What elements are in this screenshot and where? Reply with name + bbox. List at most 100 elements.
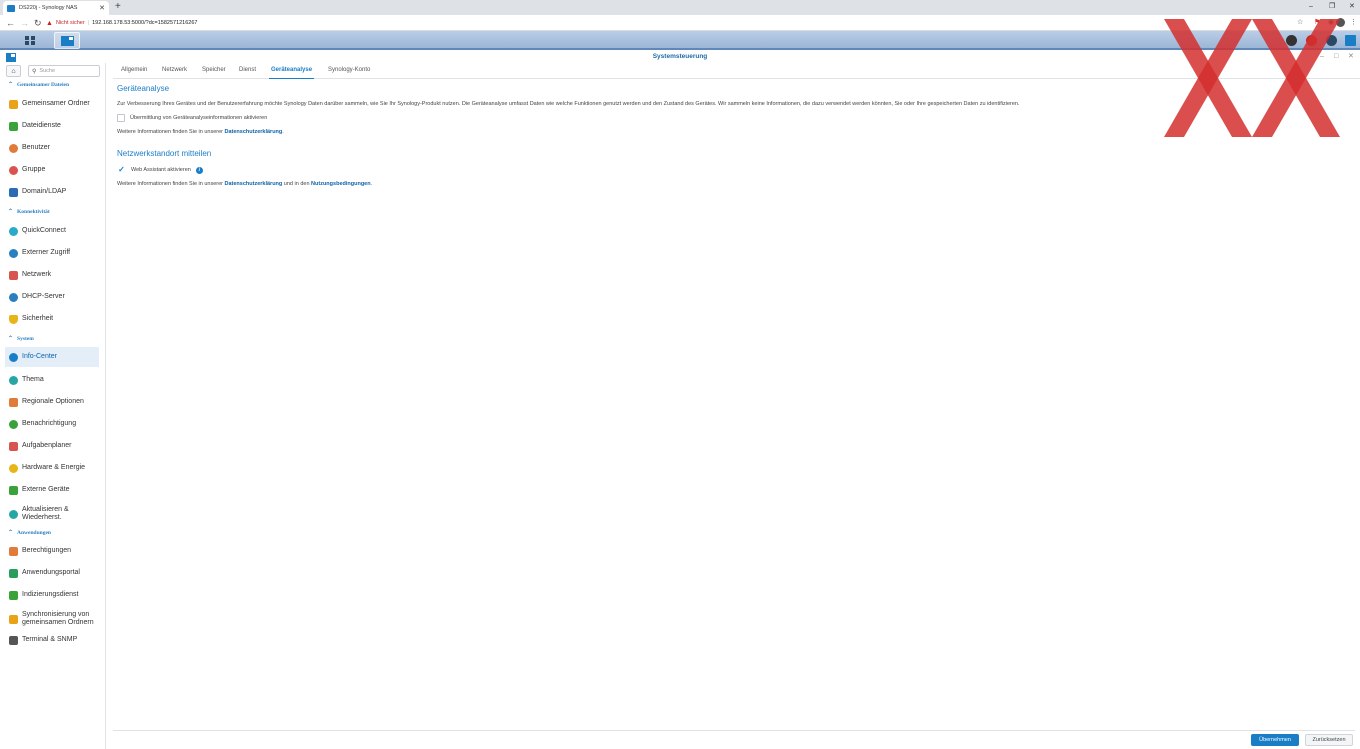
- browser-tab[interactable]: DS220j - Synology NAS ✕: [3, 1, 109, 15]
- regional-icon: [9, 397, 18, 407]
- control-panel-taskbar-button[interactable]: [54, 32, 80, 49]
- tab-synology-account[interactable]: Synology-Konto: [328, 67, 370, 73]
- sidebar-item-network[interactable]: Netzwerk: [5, 265, 99, 285]
- quickconnect-icon: [9, 226, 18, 236]
- home-icon: ⌂: [11, 67, 16, 75]
- sidebar-item-domain-ldap[interactable]: Domain/LDAP: [5, 182, 99, 202]
- close-tab-icon[interactable]: ✕: [99, 5, 105, 12]
- browser-tab-title: DS220j - Synology NAS: [19, 5, 78, 11]
- sidebar-item-privileges[interactable]: Berechtigungen: [5, 541, 99, 561]
- close-window-icon[interactable]: ✕: [1349, 2, 1355, 12]
- globe-icon: [9, 248, 18, 258]
- sidebar-item-hardware-power[interactable]: Hardware & Energie: [5, 458, 99, 478]
- tab-device-analytics[interactable]: Geräteanalyse: [268, 67, 315, 79]
- reset-button[interactable]: Zurücksetzen: [1305, 734, 1353, 746]
- main-menu-grid-icon: [25, 35, 35, 46]
- widgets-icon[interactable]: [1345, 35, 1356, 46]
- search-taskbar-icon[interactable]: [1326, 35, 1337, 46]
- sidebar-item-terminal-snmp[interactable]: Terminal & SNMP: [5, 630, 99, 650]
- forward-arrow-icon[interactable]: →: [20, 17, 29, 29]
- lightbulb-icon: [9, 463, 18, 473]
- back-arrow-icon[interactable]: ←: [6, 17, 15, 29]
- sidebar-item-file-services[interactable]: Dateidienste: [5, 116, 99, 136]
- device-analytics-checkbox-row[interactable]: Übermittlung von Geräteanalyseinformatio…: [117, 114, 267, 122]
- group-icon: [9, 165, 18, 175]
- web-assistant-checkbox-row[interactable]: ✓ Web Assistant aktivieren i: [117, 166, 203, 174]
- synology-favicon-icon: [7, 4, 15, 12]
- shield-extension-icon[interactable]: ◉: [1328, 18, 1334, 28]
- sidebar-item-group[interactable]: Gruppe: [5, 160, 99, 180]
- warning-triangle-icon: ▲: [46, 19, 53, 27]
- sidebar-item-external-devices[interactable]: Externe Geräte: [5, 480, 99, 500]
- sidebar-item-task-scheduler[interactable]: Aufgabenplaner: [5, 436, 99, 456]
- sidebar-item-info-center[interactable]: Info-Center: [5, 347, 99, 367]
- privacy-policy-link-2[interactable]: Datenschutzerklärung: [225, 181, 283, 187]
- home-button[interactable]: ⌂: [6, 65, 21, 77]
- sidebar-search[interactable]: ⚲: [28, 65, 100, 77]
- sidebar: ⌂ ⚲ ⌃Gemeinsamer Dateien Gemeinsamer Ord…: [0, 63, 106, 749]
- network-icon: [9, 270, 18, 280]
- profile-avatar[interactable]: [1336, 18, 1345, 27]
- browser-toolbar: ← → ↻ ▲ Nicht sicher | 192.168.178.53:50…: [0, 15, 1360, 31]
- minimize-window-icon[interactable]: –: [1309, 2, 1313, 12]
- sidebar-item-application-portal[interactable]: Anwendungsportal: [5, 563, 99, 583]
- address-bar[interactable]: ▲ Nicht sicher | 192.168.178.53:5000/?dc…: [46, 17, 1290, 29]
- terms-of-use-link[interactable]: Nutzungsbedingungen: [311, 181, 371, 187]
- chat-bubble-icon: [9, 419, 18, 429]
- web-assistant-checkbox-checked-icon[interactable]: ✓: [117, 166, 126, 174]
- sidebar-item-update-restore[interactable]: Aktualisieren & Wiederherst.: [5, 502, 99, 526]
- address-separator: |: [87, 20, 90, 26]
- footer-bar: Übernehmen Zurücksetzen: [113, 730, 1355, 749]
- tab-network[interactable]: Netzwerk: [162, 67, 187, 73]
- sidebar-item-dhcp-server[interactable]: DHCP-Server: [5, 287, 99, 307]
- main-menu-button[interactable]: [8, 32, 52, 49]
- apply-button[interactable]: Übernehmen: [1251, 734, 1299, 746]
- info-icon: [9, 352, 18, 362]
- palette-icon: [9, 375, 18, 385]
- window-minimize-icon[interactable]: –: [1320, 52, 1324, 62]
- not-secure-label[interactable]: Nicht sicher: [56, 20, 85, 26]
- sidebar-item-indexing-service[interactable]: Indizierungsdienst: [5, 585, 99, 605]
- window-close-icon[interactable]: ✕: [1348, 52, 1354, 62]
- window-title: Systemsteuerung: [652, 53, 708, 60]
- sidebar-item-notification[interactable]: Benachrichtigung: [5, 414, 99, 434]
- section-title-device-analytics: Geräteanalyse: [117, 84, 170, 93]
- reload-icon[interactable]: ↻: [34, 17, 42, 29]
- dhcp-icon: [9, 292, 18, 302]
- maximize-window-icon[interactable]: ❐: [1329, 2, 1335, 12]
- info-tooltip-icon[interactable]: i: [195, 166, 203, 174]
- device-analytics-checkbox[interactable]: [117, 114, 125, 122]
- url-text[interactable]: 192.168.178.53:5000/?dc=1582571216267: [92, 20, 197, 26]
- bookmark-star-icon[interactable]: ☆: [1297, 18, 1303, 28]
- tab-bar: Allgemein Netzwerk Speicher Dienst Gerät…: [113, 63, 1360, 79]
- tab-service[interactable]: Dienst: [239, 67, 256, 73]
- sidebar-item-shared-folder[interactable]: Gemeinsamer Ordner: [5, 94, 99, 114]
- chat-icon[interactable]: [1286, 35, 1297, 46]
- sidebar-item-external-access[interactable]: Externer Zugriff: [5, 243, 99, 263]
- sidebar-item-security[interactable]: Sicherheit: [5, 309, 99, 329]
- folder-icon: [9, 99, 18, 109]
- indexing-icon: [9, 590, 18, 600]
- window-maximize-icon[interactable]: □: [1334, 52, 1338, 62]
- sidebar-item-user[interactable]: Benutzer: [5, 138, 99, 158]
- device-analytics-checkbox-label: Übermittlung von Geräteanalyseinformatio…: [130, 115, 268, 121]
- tab-storage[interactable]: Speicher: [202, 67, 226, 73]
- new-tab-button[interactable]: +: [115, 2, 121, 12]
- sidebar-item-shared-folder-sync[interactable]: Synchronisierung von gemeinsamen Ordnern: [5, 607, 99, 631]
- domain-icon: [9, 187, 18, 197]
- sidebar-item-theme[interactable]: Thema: [5, 370, 99, 390]
- user-icon: [9, 143, 18, 153]
- tab-general[interactable]: Allgemein: [121, 67, 147, 73]
- user-icon[interactable]: [1306, 35, 1317, 46]
- section-header-system[interactable]: ⌃ System: [8, 335, 34, 343]
- search-input[interactable]: [39, 68, 95, 74]
- chrome-menu-icon[interactable]: ⋮: [1350, 18, 1357, 28]
- section-header-applications[interactable]: ⌃ Anwendungen: [8, 529, 51, 537]
- extension-icon[interactable]: ⚑: [1314, 18, 1320, 28]
- section-header-shared[interactable]: ⌃ Gemeinsamer Dateien: [8, 81, 69, 89]
- sidebar-item-quickconnect[interactable]: QuickConnect: [5, 221, 99, 241]
- section-header-connectivity[interactable]: ⌃ Konnektivität: [8, 208, 50, 216]
- search-icon: ⚲: [32, 68, 37, 75]
- privacy-policy-link[interactable]: Datenschutzerklärung: [225, 129, 283, 135]
- sidebar-item-regional-options[interactable]: Regionale Optionen: [5, 392, 99, 412]
